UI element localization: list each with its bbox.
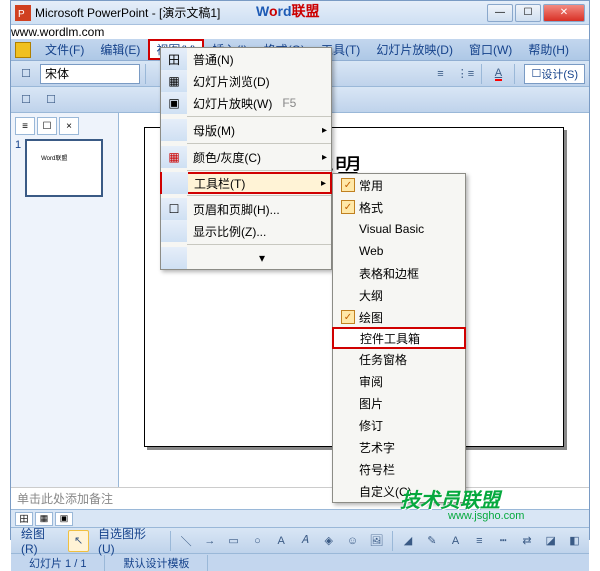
normal-view-button[interactable]: 田 [15, 512, 33, 526]
wordart-tool[interactable]: 𝐴 [295, 530, 316, 552]
dash-style-tool[interactable]: ┅ [493, 530, 514, 552]
headerfooter-icon: ☐ [169, 202, 180, 216]
view-slideshow[interactable]: ▣幻灯片放映(W)F5 [161, 92, 331, 114]
watermark-url: www.wordlm.com [11, 25, 589, 39]
toolbar-btn-1[interactable]: ☐ [15, 89, 37, 111]
chevron-right-icon: ▸ [321, 178, 326, 189]
toolbar-item-10[interactable]: 图片 [333, 392, 465, 414]
toolbar-item-2[interactable]: Visual Basic [333, 218, 465, 240]
textbox-tool[interactable]: A [271, 530, 292, 552]
chevron-right-icon: ▸ [322, 152, 327, 163]
toolbar-item-12[interactable]: 艺术字 [333, 436, 465, 458]
view-zoom[interactable]: 显示比例(Z)... [161, 220, 331, 242]
menu-file[interactable]: 文件(F) [37, 39, 92, 60]
normal-icon: 田 [168, 51, 180, 68]
sorter-icon: ▦ [168, 74, 179, 88]
font-color-tool[interactable]: A [445, 530, 466, 552]
outline-tab[interactable]: ≡ [15, 117, 35, 135]
view-expand[interactable]: ▾ [161, 247, 331, 269]
status-slide-count: 幻灯片 1 / 1 [11, 555, 105, 571]
toolbar-item-3[interactable]: Web [333, 240, 465, 262]
new-button[interactable]: ☐ [15, 63, 37, 85]
diagram-tool[interactable]: ◈ [318, 530, 339, 552]
slide-thumbnail[interactable]: Word联盟 [25, 139, 103, 197]
picture-tool[interactable]: 🖼 [366, 530, 387, 552]
bullets-button[interactable]: ⋮≡ [454, 63, 476, 85]
toolbar-item-13[interactable]: 符号栏 [333, 458, 465, 480]
select-tool[interactable]: ↖ [68, 530, 89, 552]
rect-tool[interactable]: ▭ [223, 530, 244, 552]
line-tool[interactable]: ＼ [176, 530, 197, 552]
chevron-right-icon: ▸ [322, 125, 327, 136]
toolbar-item-5[interactable]: 大纲 [333, 284, 465, 306]
show-icon: ▣ [168, 96, 179, 110]
notes-area[interactable]: 单击此处添加备注 [11, 487, 589, 509]
color-icon: ▦ [168, 150, 179, 164]
status-template: 默认设计模板 [105, 555, 208, 571]
toolbar-item-8[interactable]: 任务窗格 [333, 348, 465, 370]
toolbar-item-4[interactable]: 表格和边框 [333, 262, 465, 284]
view-normal[interactable]: 田普通(N) [161, 48, 331, 70]
ppt-icon: P [15, 5, 31, 21]
autoshape-menu[interactable]: 自选图形(U) [92, 525, 165, 556]
minimize-button[interactable]: — [487, 4, 513, 22]
check-icon: ✓ [341, 200, 355, 214]
view-slidebrowse[interactable]: ▦幻灯片浏览(D) [161, 70, 331, 92]
font-selector[interactable]: 宋体 [40, 64, 140, 84]
fill-color-tool[interactable]: ◢ [398, 530, 419, 552]
draw-menu[interactable]: 绘图(R) [15, 525, 65, 556]
view-dropdown: 田普通(N) ▦幻灯片浏览(D) ▣幻灯片放映(W)F5 母版(M)▸ ▦颜色/… [160, 47, 332, 270]
menu-edit[interactable]: 编辑(E) [92, 39, 148, 60]
menu-help[interactable]: 帮助(H) [520, 39, 577, 60]
toolbar-item-0[interactable]: ✓常用 [333, 174, 465, 196]
toolbar-item-6[interactable]: ✓绘图 [333, 306, 465, 328]
slides-tab[interactable]: ☐ [37, 117, 57, 135]
font-color-button[interactable]: A [487, 63, 509, 85]
view-toolbar[interactable]: 工具栏(T)▸ [160, 172, 332, 194]
check-icon: ✓ [341, 178, 355, 192]
toolbar-item-9[interactable]: 审阅 [333, 370, 465, 392]
menu-slideshow[interactable]: 幻灯片放映(D) [368, 39, 461, 60]
line-style-tool[interactable]: ≡ [469, 530, 490, 552]
slideshow-view-button[interactable]: ▣ [55, 512, 73, 526]
oval-tool[interactable]: ○ [247, 530, 268, 552]
arrow-tool[interactable]: → [199, 530, 220, 552]
toolbar-btn-2[interactable]: ☐ [40, 89, 62, 111]
overlay-logo: 技术员联盟 [400, 484, 500, 513]
overlay-url: www.jsgho.com [448, 510, 524, 522]
clipart-tool[interactable]: ☺ [342, 530, 363, 552]
watermark-logo: Word联盟 [256, 1, 320, 21]
view-color[interactable]: ▦颜色/灰度(C)▸ [161, 146, 331, 168]
menu-window[interactable]: 窗口(W) [461, 39, 520, 60]
sorter-view-button[interactable]: ▦ [35, 512, 53, 526]
toolbar-submenu: ✓常用✓格式Visual BasicWeb表格和边框大纲✓绘图控件工具箱任务窗格… [332, 173, 466, 503]
arrow-style-tool[interactable]: ⇄ [517, 530, 538, 552]
close-button[interactable]: ✕ [543, 4, 585, 22]
toolbar-item-1[interactable]: ✓格式 [333, 196, 465, 218]
close-panel[interactable]: × [59, 117, 79, 135]
check-icon: ✓ [341, 310, 355, 324]
system-icon[interactable] [15, 42, 31, 58]
maximize-button[interactable]: ☐ [515, 4, 541, 22]
toolbar-item-7[interactable]: 控件工具箱 [332, 327, 466, 349]
svg-text:P: P [18, 9, 25, 20]
slide-panel: ≡ ☐ × 1 Word联盟 [11, 113, 119, 487]
design-button[interactable]: ☐ 设计(S) [524, 64, 585, 84]
view-headerfooter[interactable]: ☐页眉和页脚(H)... [161, 198, 331, 220]
3d-tool[interactable]: ◧ [564, 530, 585, 552]
toolbar-item-11[interactable]: 修订 [333, 414, 465, 436]
align-left-button[interactable]: ≡ [429, 63, 451, 85]
shadow-tool[interactable]: ◪ [540, 530, 561, 552]
thumb-number: 1 [15, 139, 21, 151]
view-master[interactable]: 母版(M)▸ [161, 119, 331, 141]
line-color-tool[interactable]: ✎ [421, 530, 442, 552]
